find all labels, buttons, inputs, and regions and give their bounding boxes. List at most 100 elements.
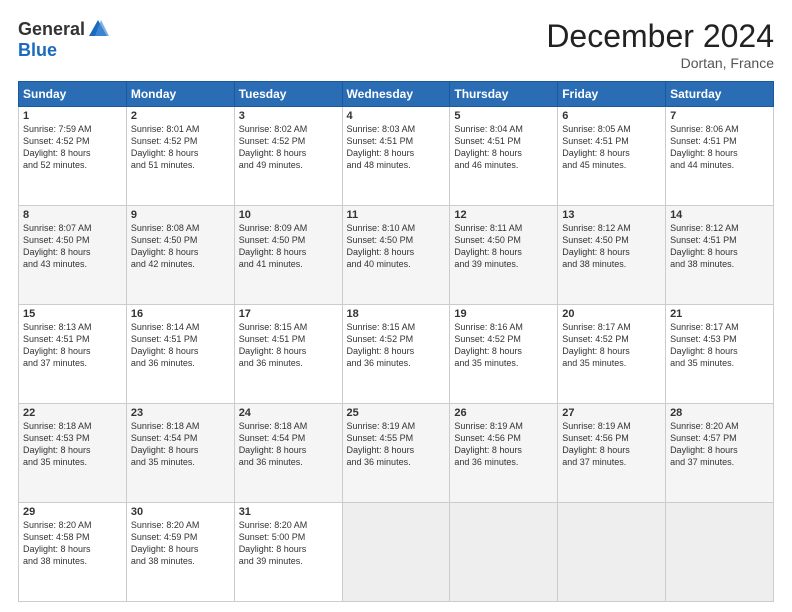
week-row-5: 29Sunrise: 8:20 AMSunset: 4:58 PMDayligh… [19, 503, 774, 602]
day-number: 29 [23, 506, 122, 518]
day-number: 14 [670, 209, 769, 221]
day-number: 20 [562, 308, 661, 320]
day-number: 2 [131, 110, 230, 122]
day-number: 18 [347, 308, 446, 320]
calendar-cell: 30Sunrise: 8:20 AMSunset: 4:59 PMDayligh… [126, 503, 234, 602]
day-info: Sunrise: 8:19 AMSunset: 4:55 PMDaylight:… [347, 420, 446, 469]
col-thursday: Thursday [450, 82, 558, 107]
day-info: Sunrise: 8:01 AMSunset: 4:52 PMDaylight:… [131, 123, 230, 172]
day-number: 25 [347, 407, 446, 419]
calendar-cell [558, 503, 666, 602]
day-info: Sunrise: 8:09 AMSunset: 4:50 PMDaylight:… [239, 222, 338, 271]
day-number: 26 [454, 407, 553, 419]
calendar-cell: 4Sunrise: 8:03 AMSunset: 4:51 PMDaylight… [342, 107, 450, 206]
day-info: Sunrise: 8:18 AMSunset: 4:54 PMDaylight:… [131, 420, 230, 469]
day-number: 19 [454, 308, 553, 320]
day-info: Sunrise: 8:18 AMSunset: 4:53 PMDaylight:… [23, 420, 122, 469]
day-info: Sunrise: 8:06 AMSunset: 4:51 PMDaylight:… [670, 123, 769, 172]
day-info: Sunrise: 8:12 AMSunset: 4:50 PMDaylight:… [562, 222, 661, 271]
day-info: Sunrise: 8:20 AMSunset: 4:58 PMDaylight:… [23, 519, 122, 568]
logo-icon [87, 18, 109, 40]
day-number: 24 [239, 407, 338, 419]
day-number: 1 [23, 110, 122, 122]
week-row-4: 22Sunrise: 8:18 AMSunset: 4:53 PMDayligh… [19, 404, 774, 503]
title-area: December 2024 Dortan, France [546, 18, 774, 71]
calendar-cell: 5Sunrise: 8:04 AMSunset: 4:51 PMDaylight… [450, 107, 558, 206]
calendar-cell: 28Sunrise: 8:20 AMSunset: 4:57 PMDayligh… [666, 404, 774, 503]
page: General Blue December 2024 Dortan, Franc… [0, 0, 792, 612]
day-number: 12 [454, 209, 553, 221]
calendar-cell: 31Sunrise: 8:20 AMSunset: 5:00 PMDayligh… [234, 503, 342, 602]
week-row-2: 8Sunrise: 8:07 AMSunset: 4:50 PMDaylight… [19, 206, 774, 305]
day-number: 9 [131, 209, 230, 221]
week-row-3: 15Sunrise: 8:13 AMSunset: 4:51 PMDayligh… [19, 305, 774, 404]
day-number: 11 [347, 209, 446, 221]
calendar-cell: 15Sunrise: 8:13 AMSunset: 4:51 PMDayligh… [19, 305, 127, 404]
day-number: 21 [670, 308, 769, 320]
day-number: 7 [670, 110, 769, 122]
calendar-cell: 20Sunrise: 8:17 AMSunset: 4:52 PMDayligh… [558, 305, 666, 404]
day-number: 17 [239, 308, 338, 320]
day-number: 22 [23, 407, 122, 419]
calendar-cell: 12Sunrise: 8:11 AMSunset: 4:50 PMDayligh… [450, 206, 558, 305]
day-info: Sunrise: 8:12 AMSunset: 4:51 PMDaylight:… [670, 222, 769, 271]
day-info: Sunrise: 8:04 AMSunset: 4:51 PMDaylight:… [454, 123, 553, 172]
calendar-cell: 9Sunrise: 8:08 AMSunset: 4:50 PMDaylight… [126, 206, 234, 305]
calendar-cell: 13Sunrise: 8:12 AMSunset: 4:50 PMDayligh… [558, 206, 666, 305]
col-friday: Friday [558, 82, 666, 107]
day-info: Sunrise: 8:20 AMSunset: 4:57 PMDaylight:… [670, 420, 769, 469]
calendar-cell [450, 503, 558, 602]
calendar-cell: 19Sunrise: 8:16 AMSunset: 4:52 PMDayligh… [450, 305, 558, 404]
day-info: Sunrise: 8:16 AMSunset: 4:52 PMDaylight:… [454, 321, 553, 370]
calendar-cell: 17Sunrise: 8:15 AMSunset: 4:51 PMDayligh… [234, 305, 342, 404]
calendar-cell: 21Sunrise: 8:17 AMSunset: 4:53 PMDayligh… [666, 305, 774, 404]
calendar-cell: 27Sunrise: 8:19 AMSunset: 4:56 PMDayligh… [558, 404, 666, 503]
day-info: Sunrise: 8:05 AMSunset: 4:51 PMDaylight:… [562, 123, 661, 172]
day-number: 27 [562, 407, 661, 419]
logo-blue: Blue [18, 40, 57, 61]
calendar-cell: 2Sunrise: 8:01 AMSunset: 4:52 PMDaylight… [126, 107, 234, 206]
day-number: 31 [239, 506, 338, 518]
logo: General Blue [18, 18, 109, 61]
day-number: 13 [562, 209, 661, 221]
day-info: Sunrise: 8:11 AMSunset: 4:50 PMDaylight:… [454, 222, 553, 271]
day-info: Sunrise: 8:17 AMSunset: 4:53 PMDaylight:… [670, 321, 769, 370]
day-number: 5 [454, 110, 553, 122]
day-info: Sunrise: 8:02 AMSunset: 4:52 PMDaylight:… [239, 123, 338, 172]
col-sunday: Sunday [19, 82, 127, 107]
calendar-cell: 25Sunrise: 8:19 AMSunset: 4:55 PMDayligh… [342, 404, 450, 503]
day-info: Sunrise: 8:08 AMSunset: 4:50 PMDaylight:… [131, 222, 230, 271]
week-row-1: 1Sunrise: 7:59 AMSunset: 4:52 PMDaylight… [19, 107, 774, 206]
day-info: Sunrise: 8:03 AMSunset: 4:51 PMDaylight:… [347, 123, 446, 172]
day-info: Sunrise: 8:15 AMSunset: 4:52 PMDaylight:… [347, 321, 446, 370]
calendar-cell: 7Sunrise: 8:06 AMSunset: 4:51 PMDaylight… [666, 107, 774, 206]
col-tuesday: Tuesday [234, 82, 342, 107]
day-info: Sunrise: 8:20 AMSunset: 4:59 PMDaylight:… [131, 519, 230, 568]
calendar-cell: 14Sunrise: 8:12 AMSunset: 4:51 PMDayligh… [666, 206, 774, 305]
col-monday: Monday [126, 82, 234, 107]
calendar-header-row: Sunday Monday Tuesday Wednesday Thursday… [19, 82, 774, 107]
header: General Blue December 2024 Dortan, Franc… [18, 18, 774, 71]
day-number: 8 [23, 209, 122, 221]
day-number: 10 [239, 209, 338, 221]
calendar-cell: 22Sunrise: 8:18 AMSunset: 4:53 PMDayligh… [19, 404, 127, 503]
calendar-cell: 16Sunrise: 8:14 AMSunset: 4:51 PMDayligh… [126, 305, 234, 404]
col-saturday: Saturday [666, 82, 774, 107]
calendar-cell: 18Sunrise: 8:15 AMSunset: 4:52 PMDayligh… [342, 305, 450, 404]
col-wednesday: Wednesday [342, 82, 450, 107]
day-info: Sunrise: 8:07 AMSunset: 4:50 PMDaylight:… [23, 222, 122, 271]
calendar-cell: 11Sunrise: 8:10 AMSunset: 4:50 PMDayligh… [342, 206, 450, 305]
day-number: 3 [239, 110, 338, 122]
day-number: 15 [23, 308, 122, 320]
day-number: 30 [131, 506, 230, 518]
logo-general: General [18, 19, 85, 40]
calendar-cell: 1Sunrise: 7:59 AMSunset: 4:52 PMDaylight… [19, 107, 127, 206]
calendar-cell: 8Sunrise: 8:07 AMSunset: 4:50 PMDaylight… [19, 206, 127, 305]
day-info: Sunrise: 8:15 AMSunset: 4:51 PMDaylight:… [239, 321, 338, 370]
location: Dortan, France [546, 55, 774, 71]
day-number: 16 [131, 308, 230, 320]
day-number: 23 [131, 407, 230, 419]
day-number: 6 [562, 110, 661, 122]
day-info: Sunrise: 8:17 AMSunset: 4:52 PMDaylight:… [562, 321, 661, 370]
calendar-cell: 10Sunrise: 8:09 AMSunset: 4:50 PMDayligh… [234, 206, 342, 305]
